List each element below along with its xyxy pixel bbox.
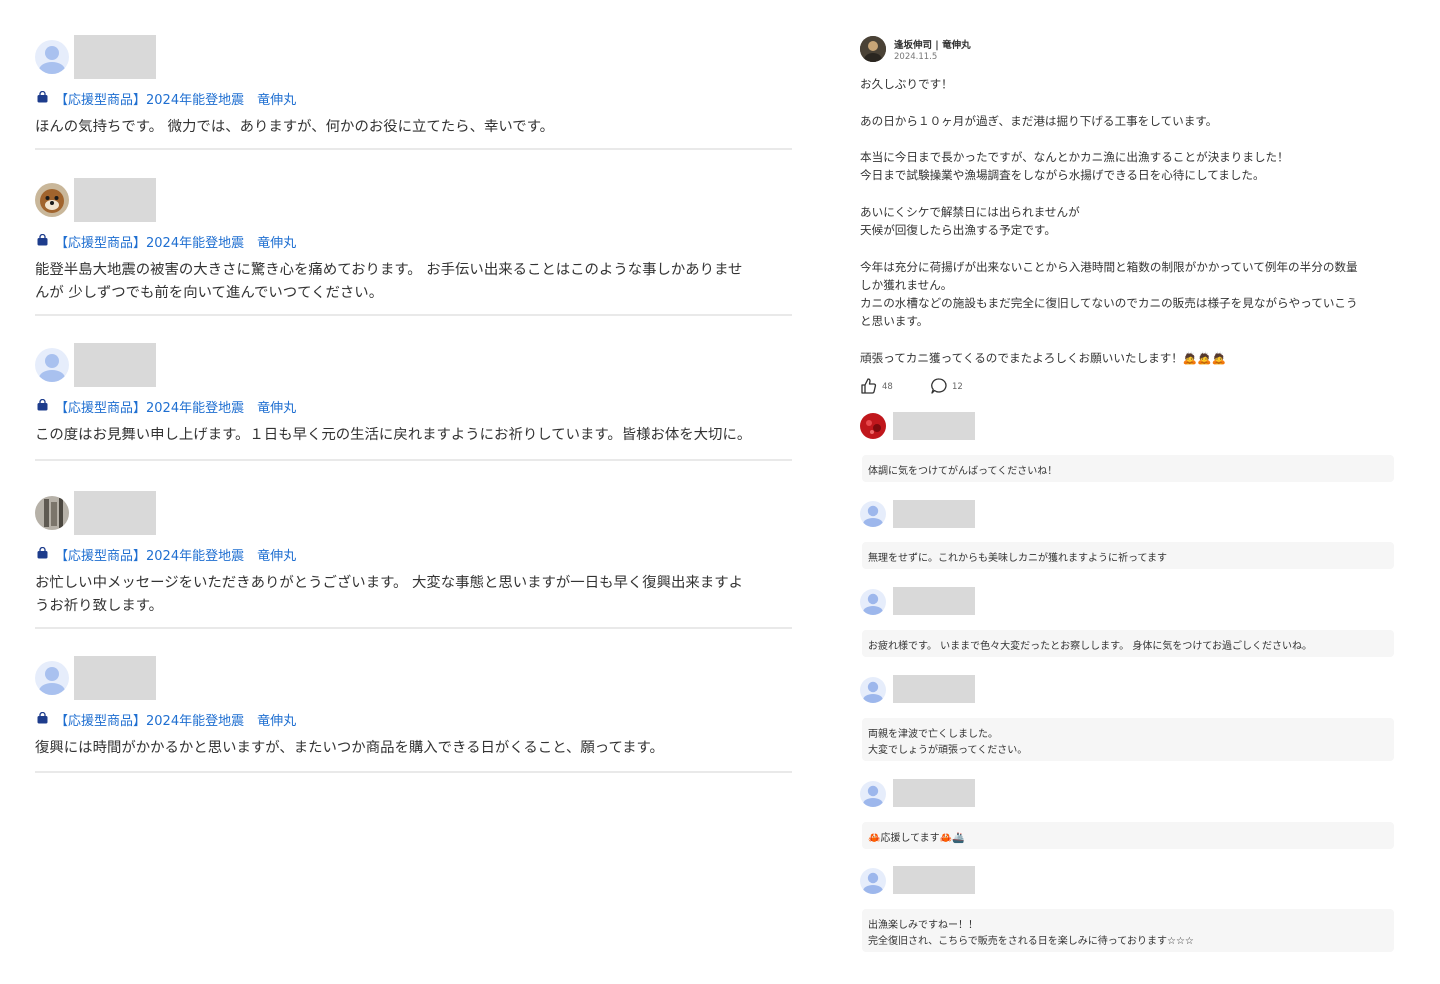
dog-avatar-icon — [35, 183, 69, 217]
post-line: と思います。 — [860, 314, 929, 328]
red-avatar-icon — [860, 413, 886, 439]
shopping-bag-icon — [37, 234, 48, 246]
comment-bubble: 🦀応援してます🦀🚢 — [862, 822, 1394, 849]
comment-text: 出漁楽しみですねー！！ — [868, 920, 978, 931]
review-line: んが 少しずつでも前を向いて進んでいつてください。 — [35, 285, 384, 301]
post-line: 頑張ってカニ獲ってくるのでまたよろしくお願いいたします！🙇🙇🙇 — [860, 351, 1227, 365]
redacted-username — [74, 343, 156, 387]
post-line: 今日まで試験操業や漁場調査をしながら水揚げできる日を心待にしてました。 — [860, 168, 1265, 182]
redacted-username — [74, 35, 156, 79]
review-item: 【応援型商品】2024年能登地震 竜伸丸 ほんの気持ちです。 微力では、あります… — [35, 35, 792, 150]
comment-text: 両親を津波で亡くしました。 — [868, 729, 998, 740]
photo-avatar-icon — [35, 496, 69, 530]
post-line: 今年は充分に荷揚げが出来ないことから入港時間と箱数の制限がかかっていて例年の半分… — [860, 260, 1358, 274]
post-line: あいにくシケで解禁日には出られませんが — [860, 205, 1080, 219]
shopping-bag-icon — [37, 91, 48, 103]
product-name[interactable]: 【応援型商品】2024年能登地震 竜伸丸 — [55, 232, 296, 251]
product-link[interactable]: 【応援型商品】2024年能登地震 竜伸丸 — [35, 545, 792, 564]
redacted-username — [893, 866, 975, 894]
product-name[interactable]: 【応援型商品】2024年能登地震 竜伸丸 — [55, 545, 296, 564]
product-link[interactable]: 【応援型商品】2024年能登地震 竜伸丸 — [35, 89, 792, 108]
shopping-bag-icon — [37, 399, 48, 411]
post-line: しか獲れません。 — [860, 278, 953, 292]
comment-text: 大変でしょうが頑張ってください。 — [868, 745, 1028, 756]
shopping-bag-icon — [37, 712, 48, 724]
review-line: お忙しい中メッセージをいただきありがとうございます。 大変な事態と思いますが一日… — [35, 575, 743, 591]
redacted-username — [74, 656, 156, 700]
comment-bubble: 無理をせずに。これからも美味しカニが獲れますように祈ってます — [862, 542, 1394, 569]
review-text: お忙しい中メッセージをいただきありがとうございます。 大変な事態と思いますが一日… — [35, 572, 792, 626]
product-name[interactable]: 【応援型商品】2024年能登地震 竜伸丸 — [55, 710, 296, 729]
product-name[interactable]: 【応援型商品】2024年能登地震 竜伸丸 — [55, 89, 296, 108]
redacted-username — [893, 500, 975, 528]
product-name[interactable]: 【応援型商品】2024年能登地震 竜伸丸 — [55, 397, 296, 416]
review-item: 【応援型商品】2024年能登地震 竜伸丸 お忙しい中メッセージをいただきありがと… — [35, 491, 792, 629]
comment-bubble: 体調に気をつけてがんばってくださいね！ — [862, 455, 1394, 482]
comment-count: 12 — [952, 382, 963, 392]
review-line: 能登半島大地震の被害の大きさに驚き心を痛めております。 お手伝い出来ることはこの… — [35, 262, 743, 278]
comment-text: お疲れ様です。 いままで色々大変だったとお察しします。 身体に気をつけてお過ごし… — [868, 641, 1313, 652]
default-avatar-icon — [860, 868, 886, 894]
product-link[interactable]: 【応援型商品】2024年能登地震 竜伸丸 — [35, 397, 792, 416]
like-count: 48 — [882, 382, 893, 392]
thumbs-up-icon — [861, 378, 877, 394]
comment-bubble: 両親を津波で亡くしました。 大変でしょうが頑張ってください。 — [862, 718, 1394, 761]
post-line: 天候が回復したら出漁する予定です。 — [860, 223, 1056, 237]
shopping-bag-icon — [37, 547, 48, 559]
default-avatar-icon — [35, 40, 69, 74]
review-item: 【応援型商品】2024年能登地震 竜伸丸 この度はお見舞い申し上げます。１日も早… — [35, 343, 792, 461]
review-text: ほんの気持ちです。 微力では、ありますが、何かのお役に立てたら、幸いです。 — [35, 116, 792, 147]
post-date: 2024.11.5 — [894, 52, 938, 62]
redacted-username — [893, 675, 975, 703]
review-item: 【応援型商品】2024年能登地震 竜伸丸 能登半島大地震の被害の大きさに驚き心を… — [35, 178, 792, 316]
review-line: ほんの気持ちです。 微力では、ありますが、何かのお役に立てたら、幸いです。 — [35, 119, 555, 135]
product-link[interactable]: 【応援型商品】2024年能登地震 竜伸丸 — [35, 710, 792, 729]
redacted-username — [74, 491, 156, 535]
default-avatar-icon — [860, 501, 886, 527]
review-line: 復興には時間がかかるかと思いますが、またいつか商品を購入できる日がくること、願っ… — [35, 740, 664, 756]
author-avatar-icon[interactable] — [860, 36, 886, 62]
comment-text: 体調に気をつけてがんばってくださいね！ — [868, 466, 1058, 477]
product-link[interactable]: 【応援型商品】2024年能登地震 竜伸丸 — [35, 232, 792, 251]
review-item: 【応援型商品】2024年能登地震 竜伸丸 復興には時間がかかるかと思いますが、ま… — [35, 656, 792, 773]
post-line: カニの水槽などの施設もまだ完全に復旧してないのでカニの販売は様子を見ながらやって… — [860, 296, 1358, 310]
default-avatar-icon — [860, 677, 886, 703]
comment-text: 完全復旧され、こちらで販売をされる日を楽しみに待っております☆☆☆ — [868, 936, 1194, 947]
default-avatar-icon — [35, 348, 69, 382]
comment-bubble: 出漁楽しみですねー！！ 完全復旧され、こちらで販売をされる日を楽しみに待っており… — [862, 909, 1394, 952]
review-text: 能登半島大地震の被害の大きさに驚き心を痛めております。 お手伝い出来ることはこの… — [35, 259, 792, 313]
speech-bubble-icon — [931, 378, 947, 394]
post-line: あの日から１０ヶ月が過ぎ、まだ港は掘り下げる工事をしています。 — [860, 114, 1218, 128]
like-button[interactable]: 48 — [860, 377, 900, 395]
redacted-username — [893, 587, 975, 615]
review-text: この度はお見舞い申し上げます。１日も早く元の生活に戻れますようにお祈りしています… — [35, 424, 792, 455]
post-line: お久しぶりです！ — [860, 77, 953, 91]
review-line: この度はお見舞い申し上げます。１日も早く元の生活に戻れますようにお祈りしています… — [35, 427, 752, 443]
review-line: うお祈り致します。 — [35, 598, 164, 614]
default-avatar-icon — [35, 661, 69, 695]
comment-text: 無理をせずに。これからも美味しカニが獲れますように祈ってます — [868, 553, 1167, 564]
default-avatar-icon — [860, 781, 886, 807]
comment-text: 🦀応援してます🦀🚢 — [868, 833, 965, 844]
redacted-username — [74, 178, 156, 222]
comment-bubble: お疲れ様です。 いままで色々大変だったとお察しします。 身体に気をつけてお過ごし… — [862, 630, 1394, 657]
comment-button[interactable]: 12 — [930, 377, 970, 395]
post-author[interactable]: 逢坂伸司 | 竜伸丸 — [894, 37, 971, 51]
post-line: 本当に今日まで長かったですが、なんとかカニ漁に出漁することが決まりました！ — [860, 150, 1289, 164]
redacted-username — [893, 779, 975, 807]
default-avatar-icon — [860, 589, 886, 615]
redacted-username — [893, 412, 975, 440]
review-text: 復興には時間がかかるかと思いますが、またいつか商品を購入できる日がくること、願っ… — [35, 737, 792, 768]
